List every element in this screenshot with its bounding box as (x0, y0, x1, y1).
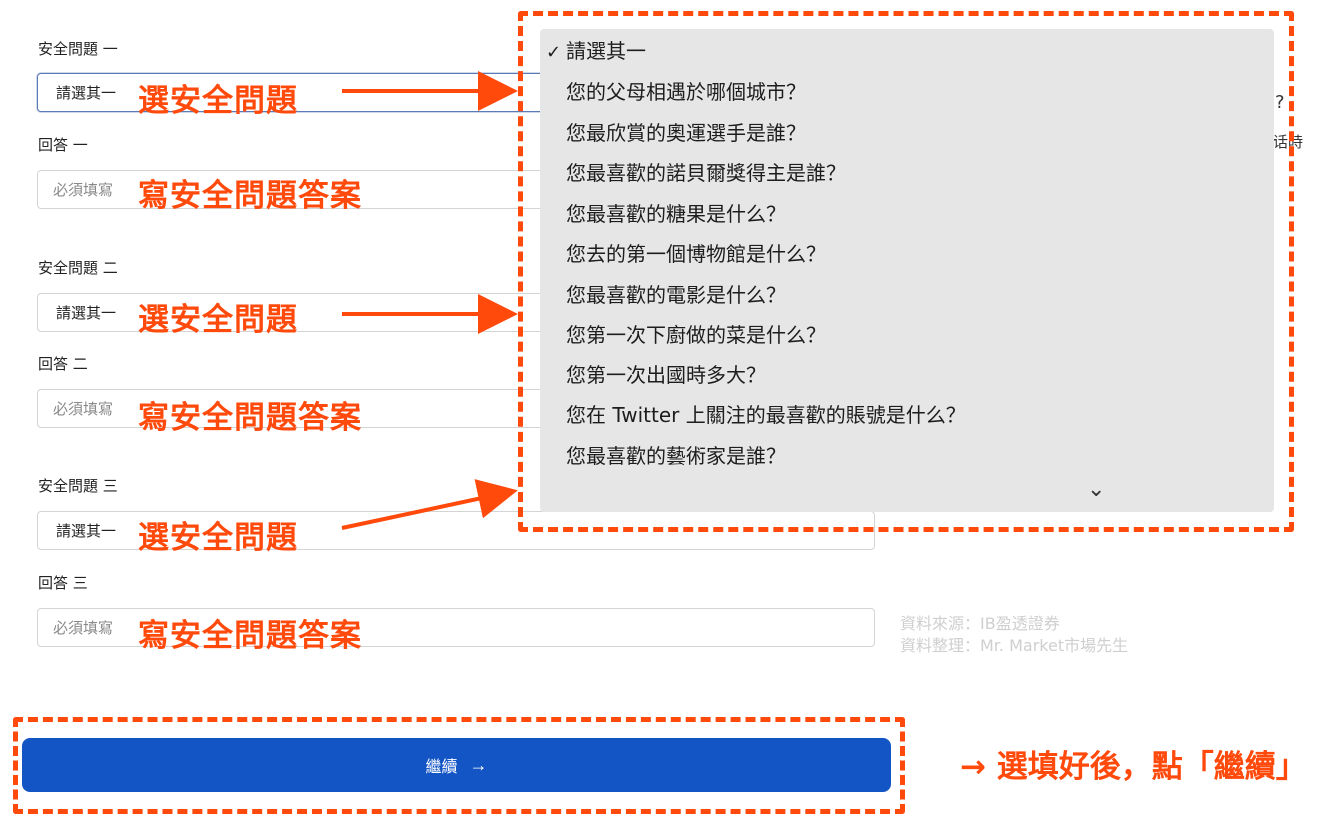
annotation-answer-2: 寫安全問題答案 (138, 400, 362, 436)
question-3-selected-value: 請選其一 (56, 522, 117, 540)
watermark-author: 資料整理：Mr. Market市場先生 (900, 636, 1129, 655)
annotation-select-q1: 選安全問題 (138, 83, 298, 119)
answer-3-placeholder: 必須填寫 (53, 619, 114, 637)
question-2-selected-value: 請選其一 (56, 304, 117, 322)
answer-1-label: 回答 一 (38, 136, 88, 154)
continue-button[interactable]: 繼續 → (22, 738, 891, 792)
annotation-select-q2: 選安全問題 (138, 302, 298, 338)
dropdown-highlight-frame (518, 11, 1294, 532)
question-2-label: 安全問題 二 (38, 259, 118, 277)
annotation-select-q3: 選安全問題 (138, 520, 298, 556)
answer-2-label: 回答 二 (38, 355, 88, 373)
question-1-label: 安全問題 一 (38, 40, 118, 58)
annotation-continue: → 選填好後，點「繼續」 (960, 749, 1307, 785)
answer-3-label: 回答 三 (38, 574, 88, 592)
annotation-answer-1: 寫安全問題答案 (138, 178, 362, 214)
continue-button-label: 繼續 (425, 759, 458, 776)
watermark-source: 資料來源：IB盈透證券 (900, 614, 1060, 633)
annotation-answer-3: 寫安全問題答案 (138, 618, 362, 654)
question-3-label: 安全問題 三 (38, 477, 118, 495)
answer-1-placeholder: 必須填寫 (53, 181, 114, 199)
answer-2-placeholder: 必須填寫 (53, 400, 114, 418)
question-1-selected-value: 請選其一 (56, 84, 117, 102)
arrow-right-icon: → (469, 754, 488, 775)
